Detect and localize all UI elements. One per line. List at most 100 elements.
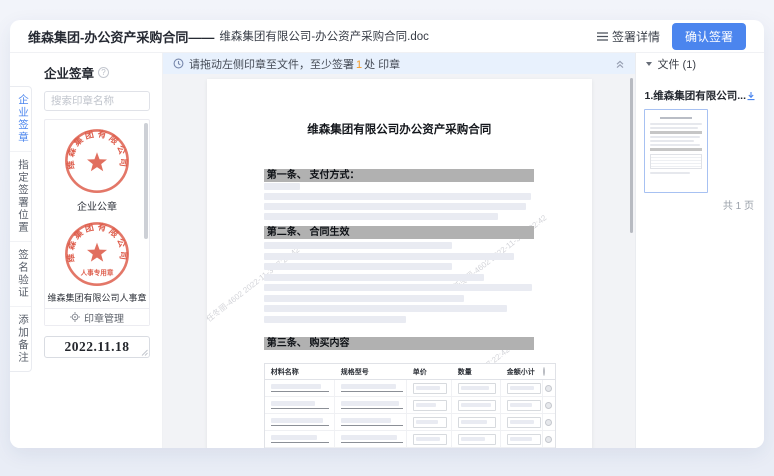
col-header-material: 材料名称 bbox=[265, 367, 335, 377]
sign-date-value: 2022.11.18 bbox=[64, 339, 129, 355]
col-header-subtotal: 金额小计 bbox=[501, 367, 543, 377]
seal-list-scrollbar[interactable] bbox=[144, 123, 148, 239]
contract-title: 维森集团-办公资产采购合同—— bbox=[28, 27, 214, 46]
cell-unit-price bbox=[407, 397, 452, 413]
cell-unit-price bbox=[407, 414, 452, 430]
thumb-table bbox=[650, 154, 702, 169]
esign-window: 维森集团-办公资产采购合同—— 维森集团有限公司-办公资产采购合同.doc 签署… bbox=[10, 20, 764, 448]
cell-material bbox=[265, 380, 335, 396]
row-radio[interactable] bbox=[545, 385, 552, 392]
input-box[interactable] bbox=[507, 417, 541, 428]
section-heading-1: 第一条、 支付方式： bbox=[264, 169, 534, 182]
chevron-down-icon bbox=[646, 62, 652, 66]
cell-quantity bbox=[452, 414, 501, 430]
redacted-line bbox=[264, 305, 507, 312]
redacted-line bbox=[264, 183, 300, 190]
files-header-label: 文件 (1) bbox=[657, 56, 696, 72]
page-thumbnail[interactable] bbox=[644, 109, 708, 193]
input-box[interactable] bbox=[458, 383, 496, 394]
redacted-line bbox=[264, 274, 484, 281]
seal-inner-text: 人事专用章 bbox=[81, 268, 114, 277]
company-seal-stamp[interactable]: 维森集团有限公司 bbox=[62, 126, 132, 196]
contract-file-name: 维森集团有限公司-办公资产采购合同.doc bbox=[219, 28, 429, 44]
cell-action bbox=[543, 397, 555, 413]
resize-grip-icon[interactable] bbox=[141, 349, 148, 356]
main-body: 企业签章 指定签署位置 签名验证 添加备注 企业签章 ? bbox=[10, 53, 764, 448]
col-header-quantity: 数量 bbox=[452, 367, 501, 377]
seal-search-input[interactable] bbox=[44, 91, 150, 111]
input-box[interactable] bbox=[458, 417, 496, 428]
cell-unit-price bbox=[407, 380, 452, 396]
notice-bar: 请拖动左侧印章至文件，至少签署1处 印章 bbox=[163, 53, 635, 74]
seal-list: 维森集团有限公司 企业公章 维森集团有限公司 人事专用章 维森集 bbox=[45, 120, 149, 308]
sidebar-rail: 企业签章 指定签署位置 签名验证 添加备注 bbox=[10, 53, 32, 448]
tab-assign-position[interactable]: 指定签署位置 bbox=[10, 152, 31, 242]
list-icon bbox=[597, 32, 608, 41]
table-row bbox=[265, 414, 555, 431]
row-radio[interactable] bbox=[545, 402, 552, 409]
purchase-table: 材料名称 规格型号 单价 数量 金额小计 bbox=[264, 363, 556, 448]
rail-tabs: 企业签章 指定签署位置 签名验证 添加备注 bbox=[10, 86, 32, 372]
input-box[interactable] bbox=[507, 383, 541, 394]
files-panel: 文件 (1) 1.维森集团有限公司... 共 1 页 bbox=[635, 53, 764, 448]
input-box[interactable] bbox=[458, 434, 496, 445]
help-icon[interactable]: ? bbox=[98, 67, 109, 78]
file-item-name: 1.维森集团有限公司... bbox=[644, 88, 746, 103]
row-radio[interactable] bbox=[545, 436, 552, 443]
download-icon[interactable] bbox=[746, 91, 756, 101]
seal-panel-header: 企业签章 ? bbox=[44, 63, 150, 82]
redacted-paragraph bbox=[264, 183, 531, 223]
contract-table-body bbox=[265, 380, 555, 448]
sign-details-label: 签署详情 bbox=[612, 28, 660, 45]
purchase-table-header: 材料名称 规格型号 单价 数量 金额小计 bbox=[265, 364, 555, 380]
document-viewport[interactable]: 任冬丽-4602 2022-11-3 17:22:42 任冬丽-4602 202… bbox=[163, 74, 635, 448]
cell-action bbox=[543, 380, 555, 396]
input-box[interactable] bbox=[413, 434, 447, 445]
input-box[interactable] bbox=[413, 417, 447, 428]
tab-signature-verify[interactable]: 签名验证 bbox=[10, 242, 31, 307]
sign-details-button[interactable]: 签署详情 bbox=[597, 28, 660, 45]
files-panel-header[interactable]: 文件 (1) bbox=[644, 53, 756, 74]
input-box[interactable] bbox=[458, 400, 496, 411]
cell-spec bbox=[335, 380, 407, 396]
col-header-spec: 规格型号 bbox=[335, 367, 407, 377]
sign-date-field[interactable]: 2022.11.18 bbox=[44, 336, 150, 358]
input-box[interactable] bbox=[507, 400, 541, 411]
seal-manage-button[interactable]: 印章管理 bbox=[45, 308, 149, 325]
input-box[interactable] bbox=[413, 400, 447, 411]
contract-page: 任冬丽-4602 2022-11-3 17:22:42 任冬丽-4602 202… bbox=[207, 79, 592, 448]
thumb-section-bar bbox=[650, 148, 702, 151]
thumb-line bbox=[650, 140, 694, 142]
hr-seal-stamp[interactable]: 维森集团有限公司 人事专用章 bbox=[62, 219, 132, 289]
confirm-sign-button[interactable]: 确认签署 bbox=[672, 23, 746, 50]
cell-spec bbox=[335, 414, 407, 430]
row-radio[interactable] bbox=[545, 419, 552, 426]
cell-quantity bbox=[452, 380, 501, 396]
redacted-line bbox=[264, 295, 464, 302]
thumb-line bbox=[650, 136, 700, 138]
cell-subtotal bbox=[501, 414, 543, 430]
cell-spec bbox=[335, 431, 407, 447]
cell-subtotal bbox=[501, 380, 543, 396]
tab-add-note[interactable]: 添加备注 bbox=[10, 307, 31, 371]
cell-quantity bbox=[452, 397, 501, 413]
cell-material bbox=[265, 431, 335, 447]
input-box[interactable] bbox=[507, 434, 541, 445]
collapse-notice-button[interactable] bbox=[615, 59, 625, 69]
document-area: 请拖动左侧印章至文件，至少签署1处 印章 任冬丽-4602 2022-11-3 … bbox=[163, 53, 635, 448]
seal-panel: 企业签章 ? 维森集团有限公司 企业公章 bbox=[32, 53, 163, 448]
circle-icon bbox=[543, 367, 545, 376]
tab-company-seal[interactable]: 企业签章 bbox=[10, 87, 31, 152]
window-header: 维森集团-办公资产采购合同—— 维森集团有限公司-办公资产采购合同.doc 签署… bbox=[10, 20, 764, 53]
thumb-section-bar bbox=[650, 131, 702, 134]
file-list-item[interactable]: 1.维森集团有限公司... bbox=[644, 88, 756, 103]
notice-text: 请拖动左侧印章至文件，至少签署1处 印章 bbox=[189, 56, 400, 72]
input-box[interactable] bbox=[413, 383, 447, 394]
redacted-line bbox=[264, 284, 532, 291]
thumb-line bbox=[650, 172, 690, 174]
redacted-line bbox=[264, 242, 452, 249]
gear-icon bbox=[70, 312, 80, 322]
table-row bbox=[265, 380, 555, 397]
seal-panel-title: 企业签章 bbox=[44, 63, 94, 82]
header-actions: 签署详情 确认签署 bbox=[597, 23, 746, 50]
